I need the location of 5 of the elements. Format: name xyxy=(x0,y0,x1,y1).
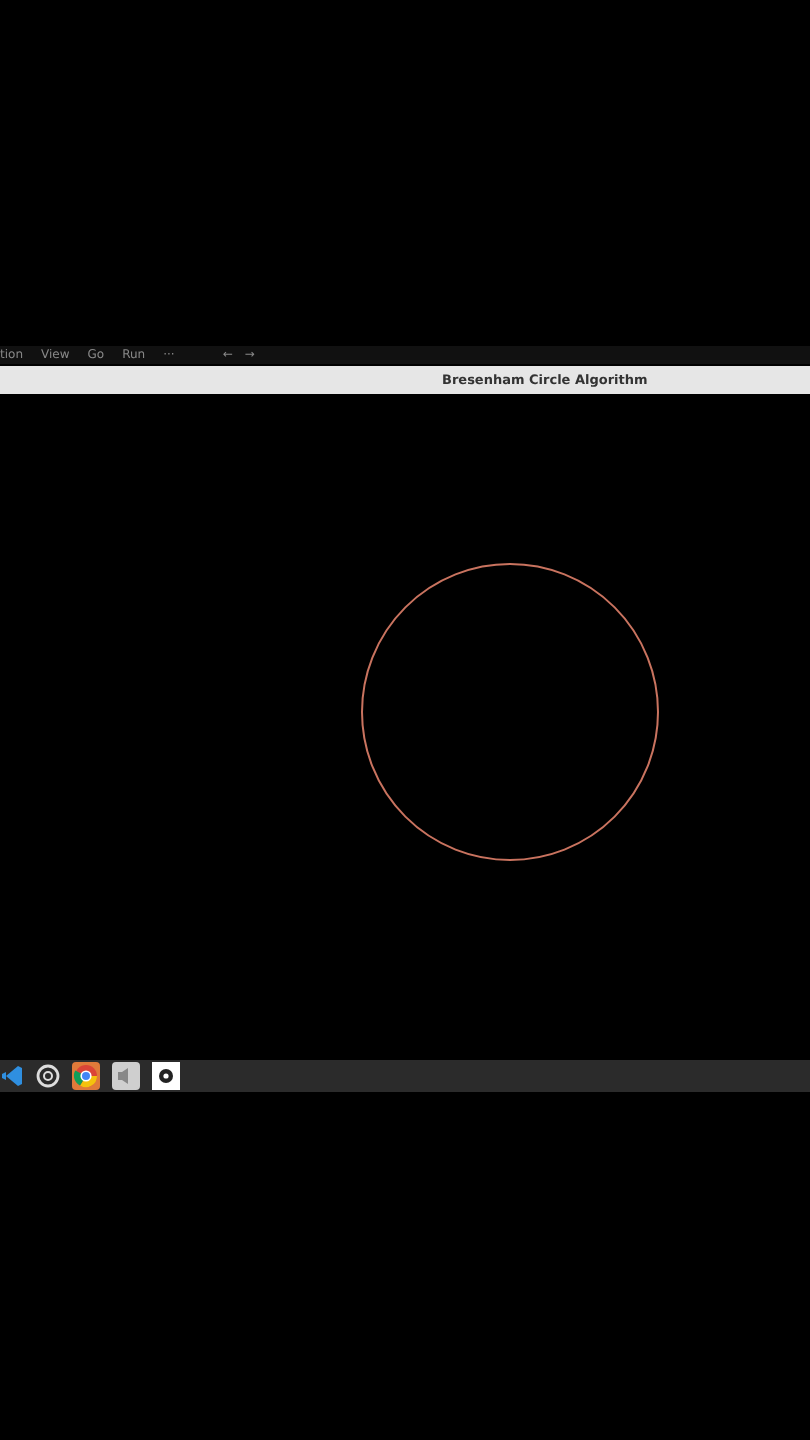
settings-icon[interactable] xyxy=(152,1062,180,1090)
aperture-icon[interactable] xyxy=(36,1062,60,1090)
code-icon[interactable] xyxy=(0,1062,24,1090)
speaker-icon[interactable] xyxy=(112,1062,140,1090)
browser-icon[interactable] xyxy=(72,1062,100,1090)
